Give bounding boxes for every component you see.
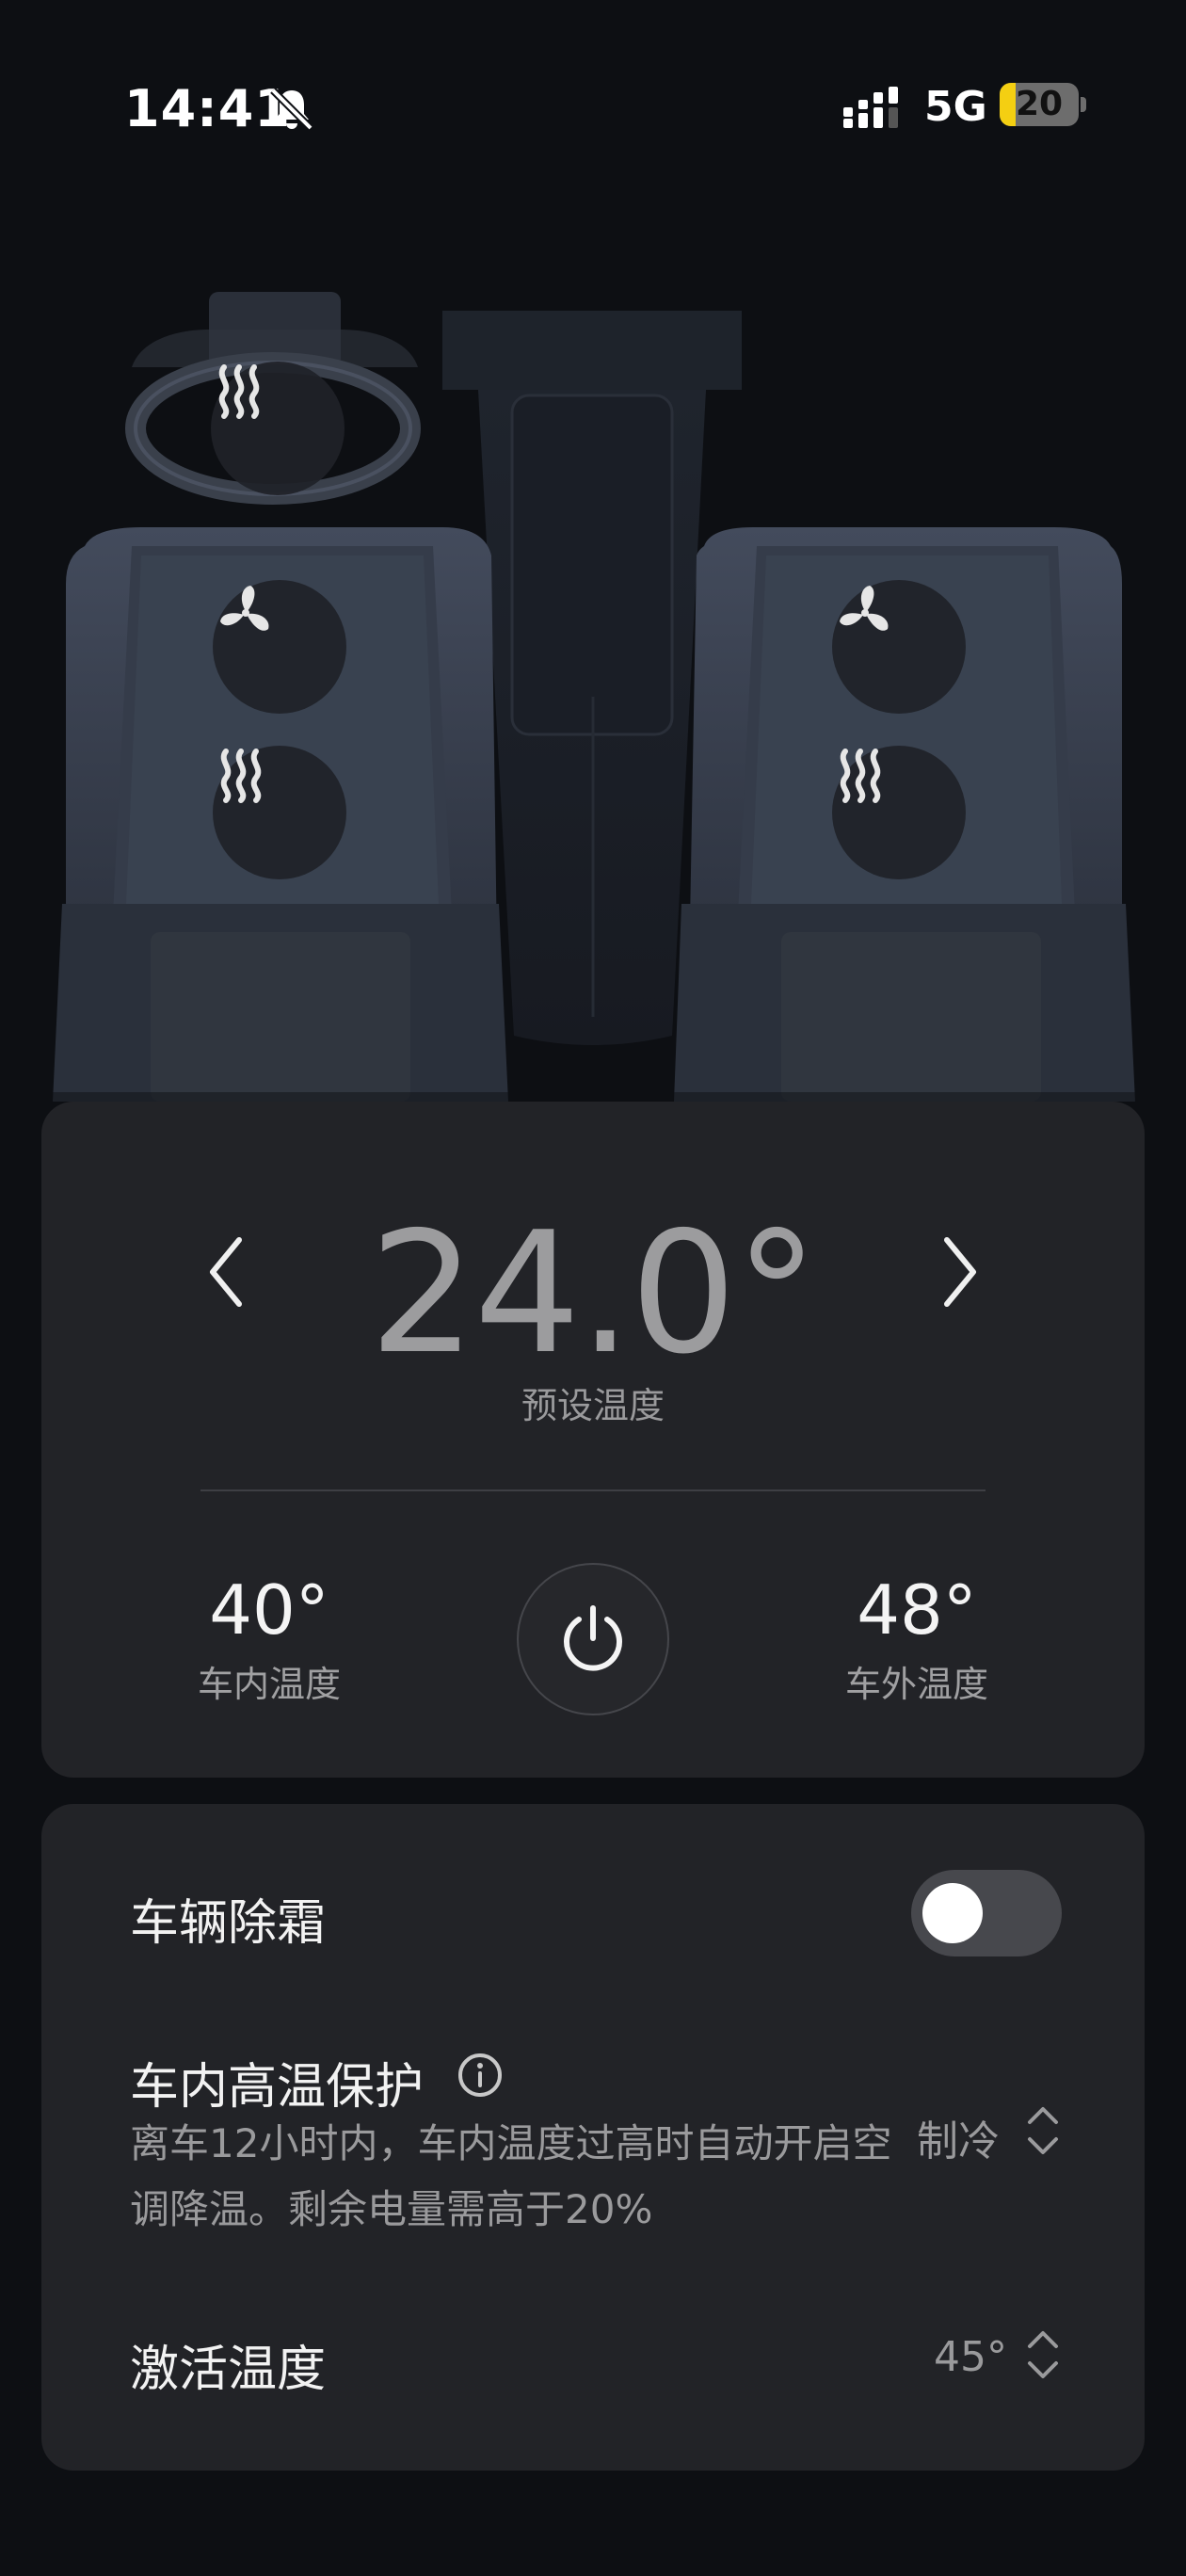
driver-seat-ventilation-button[interactable] [213, 580, 346, 714]
outside-temperature-value: 48° [857, 1570, 977, 1650]
heat-waves-icon [840, 749, 881, 803]
heat-waves-icon [220, 749, 262, 803]
toggle-knob [922, 1883, 983, 1943]
chevron-up-down-icon[interactable] [1024, 2326, 1062, 2384]
cabin-drawing [0, 188, 1186, 1102]
high-temp-protection-title: 车内高温保护 [130, 2059, 425, 2116]
protection-mode-value[interactable]: 制冷 [917, 2107, 1000, 2167]
battery-level: 20 [1015, 85, 1064, 123]
info-icon[interactable] [456, 2051, 505, 2100]
power-button[interactable] [517, 1563, 669, 1715]
driver-seat-heating-button[interactable] [213, 746, 346, 879]
cabin-illustration [0, 188, 1186, 1102]
inside-temperature-value: 40° [209, 1570, 329, 1650]
divider [200, 1489, 986, 1491]
passenger-seat-heating-button[interactable] [832, 746, 966, 879]
battery-icon: 20 [1000, 83, 1086, 126]
steering-heat-button[interactable] [211, 362, 345, 495]
activation-temperature-value[interactable]: 45° [934, 2333, 1007, 2381]
fan-icon [840, 586, 889, 631]
climate-card: 24.0° 预设温度 40° 车内温度 48° 车外温度 [41, 1102, 1145, 1778]
chevron-right-icon [944, 1237, 976, 1307]
power-icon [564, 1605, 622, 1671]
high-temp-protection-description: 离车12小时内，车内温度过高时自动开启空调降温。剩余电量需高于20% [130, 2120, 892, 2232]
status-time: 14:41 [124, 79, 291, 138]
inside-temperature: 40° 车内温度 [156, 1570, 382, 1707]
fan-icon [220, 586, 269, 631]
passenger-seat-ventilation-button[interactable] [832, 580, 966, 714]
inside-temperature-label: 车内温度 [197, 1664, 341, 1705]
activation-temperature-label: 激活温度 [130, 2342, 327, 2398]
network-type: 5G [924, 83, 987, 131]
chevron-up-down-icon[interactable] [1024, 2101, 1062, 2160]
signal-icon [843, 87, 898, 128]
settings-card: 车辆除霜 车内高温保护 离车12小时内，车内温度过高时自动开启空调降温。剩余电量… [41, 1804, 1145, 2471]
temp-increase-button[interactable] [917, 1230, 1002, 1314]
status-bar: 14:41 5G 20 [0, 0, 1186, 217]
heat-waves-icon [218, 364, 260, 419]
bell-muted-icon [270, 88, 313, 131]
preset-temperature-label: 预设温度 [521, 1385, 665, 1426]
defrost-label: 车辆除霜 [130, 1895, 327, 1952]
defrost-toggle[interactable] [911, 1870, 1062, 1956]
outside-temperature-label: 车外温度 [844, 1664, 988, 1705]
outside-temperature: 48° 车外温度 [804, 1570, 1030, 1707]
